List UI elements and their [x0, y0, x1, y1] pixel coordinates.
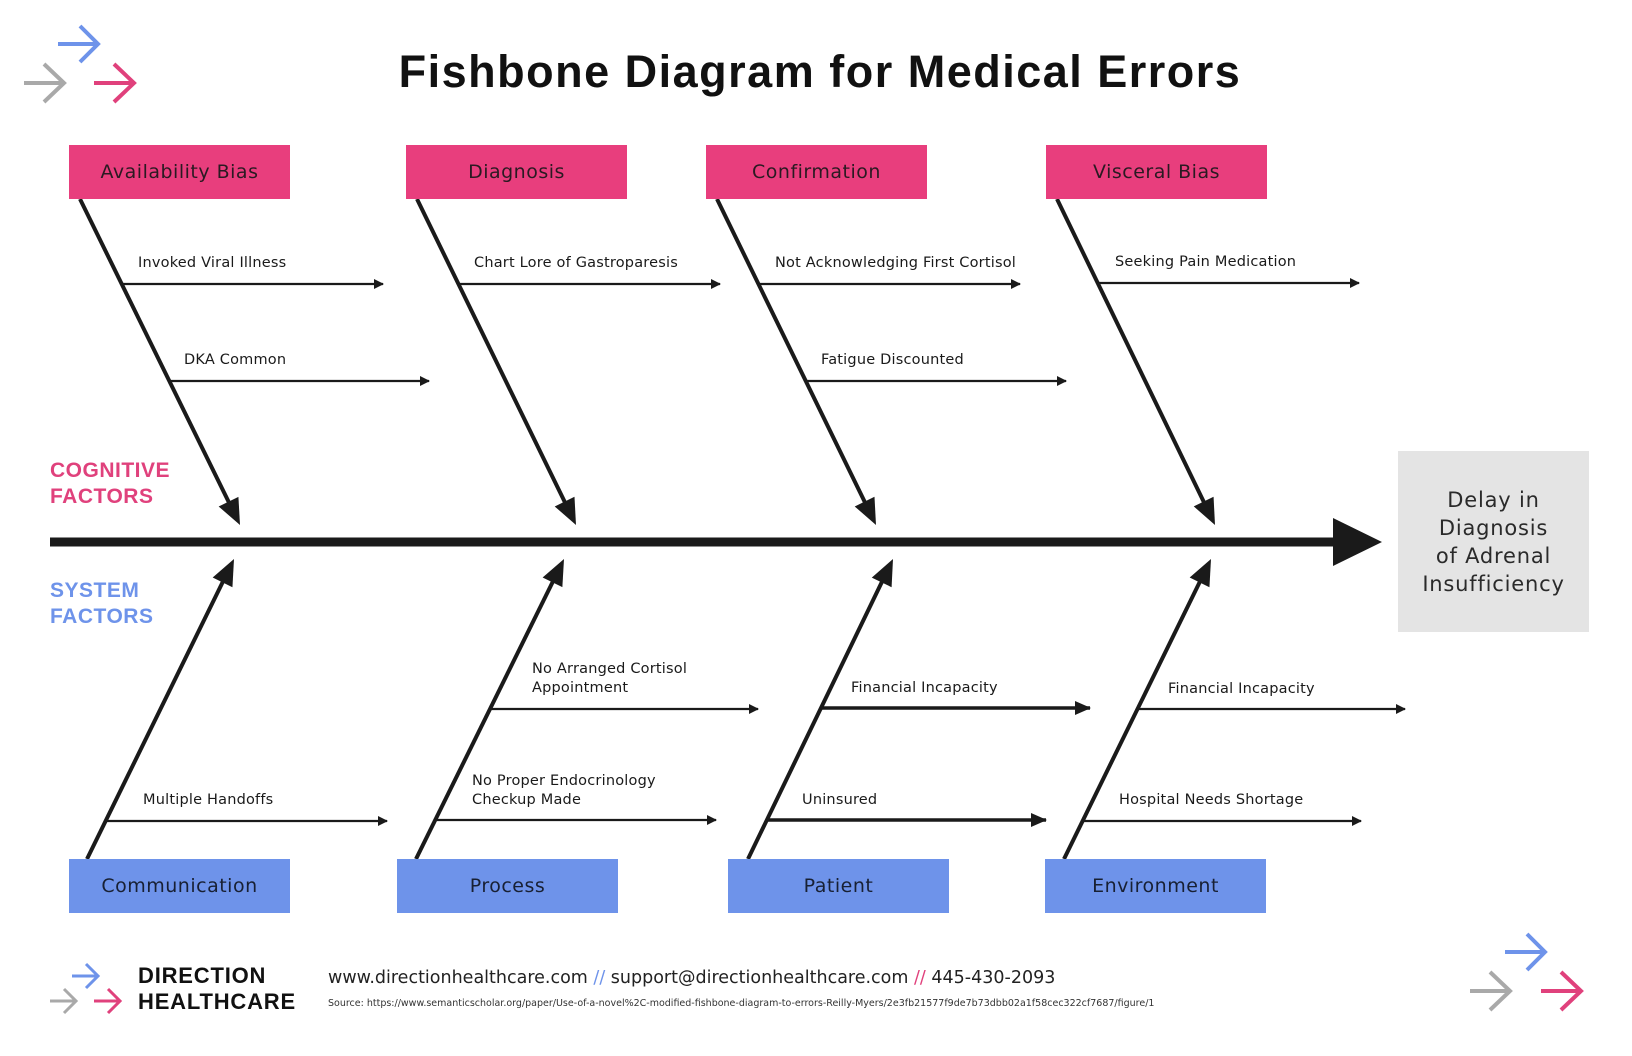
effect-line: Diagnosis: [1438, 515, 1549, 540]
cause-label: Chart Lore of Gastroparesis: [474, 255, 678, 271]
bone-bottom-1: [414, 577, 557, 860]
cause-line: Appointment: [532, 680, 629, 696]
cause-label: Uninsured: [802, 792, 878, 808]
effect-line: Insufficiency: [1422, 571, 1565, 596]
spine-arrowhead: [1333, 518, 1382, 566]
phone-number: 445-430-2093: [931, 968, 1056, 988]
effect-line: Delay in: [1447, 487, 1540, 512]
logo-arrows-corner-icon: [1470, 932, 1584, 1012]
cause-line: No Proper Endocrinology: [472, 773, 656, 789]
brand-logo-icon: [50, 962, 123, 1015]
cause-label-multiline: No Arranged Cortisol Appointment: [532, 660, 687, 698]
category-patient: Patient: [728, 859, 949, 913]
category-environment: Environment: [1045, 859, 1266, 913]
cause-label: Hospital Needs Shortage: [1119, 792, 1304, 808]
cause-label: Fatigue Discounted: [821, 352, 964, 368]
label-line: FACTORS: [50, 605, 154, 628]
cause-label: Invoked Viral Illness: [138, 255, 287, 271]
effect-box: Delay in Diagnosis of Adrenal Insufficie…: [1398, 451, 1589, 632]
separator: //: [914, 968, 926, 988]
contact-line: www.directionhealthcare.com // support@d…: [328, 968, 1055, 988]
cause-line: Checkup Made: [472, 792, 582, 808]
cause-label: Financial Incapacity: [851, 680, 998, 696]
source-citation: Source: https://www.semanticscholar.org/…: [328, 998, 1155, 1009]
cognitive-factors-label: COGNITIVE FACTORS: [50, 458, 170, 510]
website-link[interactable]: www.directionhealthcare.com: [328, 968, 588, 988]
category-visceral-bias: Visceral Bias: [1046, 145, 1267, 199]
label-line: COGNITIVE: [50, 459, 171, 482]
category-communication: Communication: [69, 859, 290, 913]
label-line: SYSTEM: [50, 579, 140, 602]
category-process: Process: [397, 859, 618, 913]
effect-line: of Adrenal: [1435, 543, 1552, 568]
cause-label: DKA Common: [184, 352, 287, 368]
page-title: Fishbone Diagram for Medical Errors: [398, 46, 1242, 97]
system-factors-label: SYSTEM FACTORS: [50, 578, 153, 630]
cause-label: Financial Incapacity: [1168, 681, 1315, 697]
category-diagnosis: Diagnosis: [406, 145, 627, 199]
label-line: FACTORS: [50, 485, 154, 508]
brand-line: HEALTHCARE: [138, 989, 296, 1014]
bone-top-1: [415, 198, 569, 507]
bone-bottom-2: [746, 577, 886, 860]
bone-top-3: [1055, 198, 1208, 507]
cause-label-multiline: No Proper Endocrinology Checkup Made: [472, 772, 656, 810]
brand-line: DIRECTION: [138, 963, 267, 988]
cause-label: Not Acknowledging First Cortisol: [775, 255, 1017, 271]
email-link[interactable]: support@directionhealthcare.com: [611, 968, 909, 988]
brand-name: DIRECTION HEALTHCARE: [138, 963, 296, 1015]
cause-line: No Arranged Cortisol: [532, 661, 688, 677]
category-availability-bias: Availability Bias: [69, 145, 290, 199]
cause-label: Multiple Handoffs: [143, 792, 274, 808]
cause-label: Seeking Pain Medication: [1115, 254, 1297, 270]
category-confirmation: Confirmation: [706, 145, 927, 199]
separator: //: [593, 968, 606, 988]
bone-bottom-3: [1062, 577, 1204, 860]
